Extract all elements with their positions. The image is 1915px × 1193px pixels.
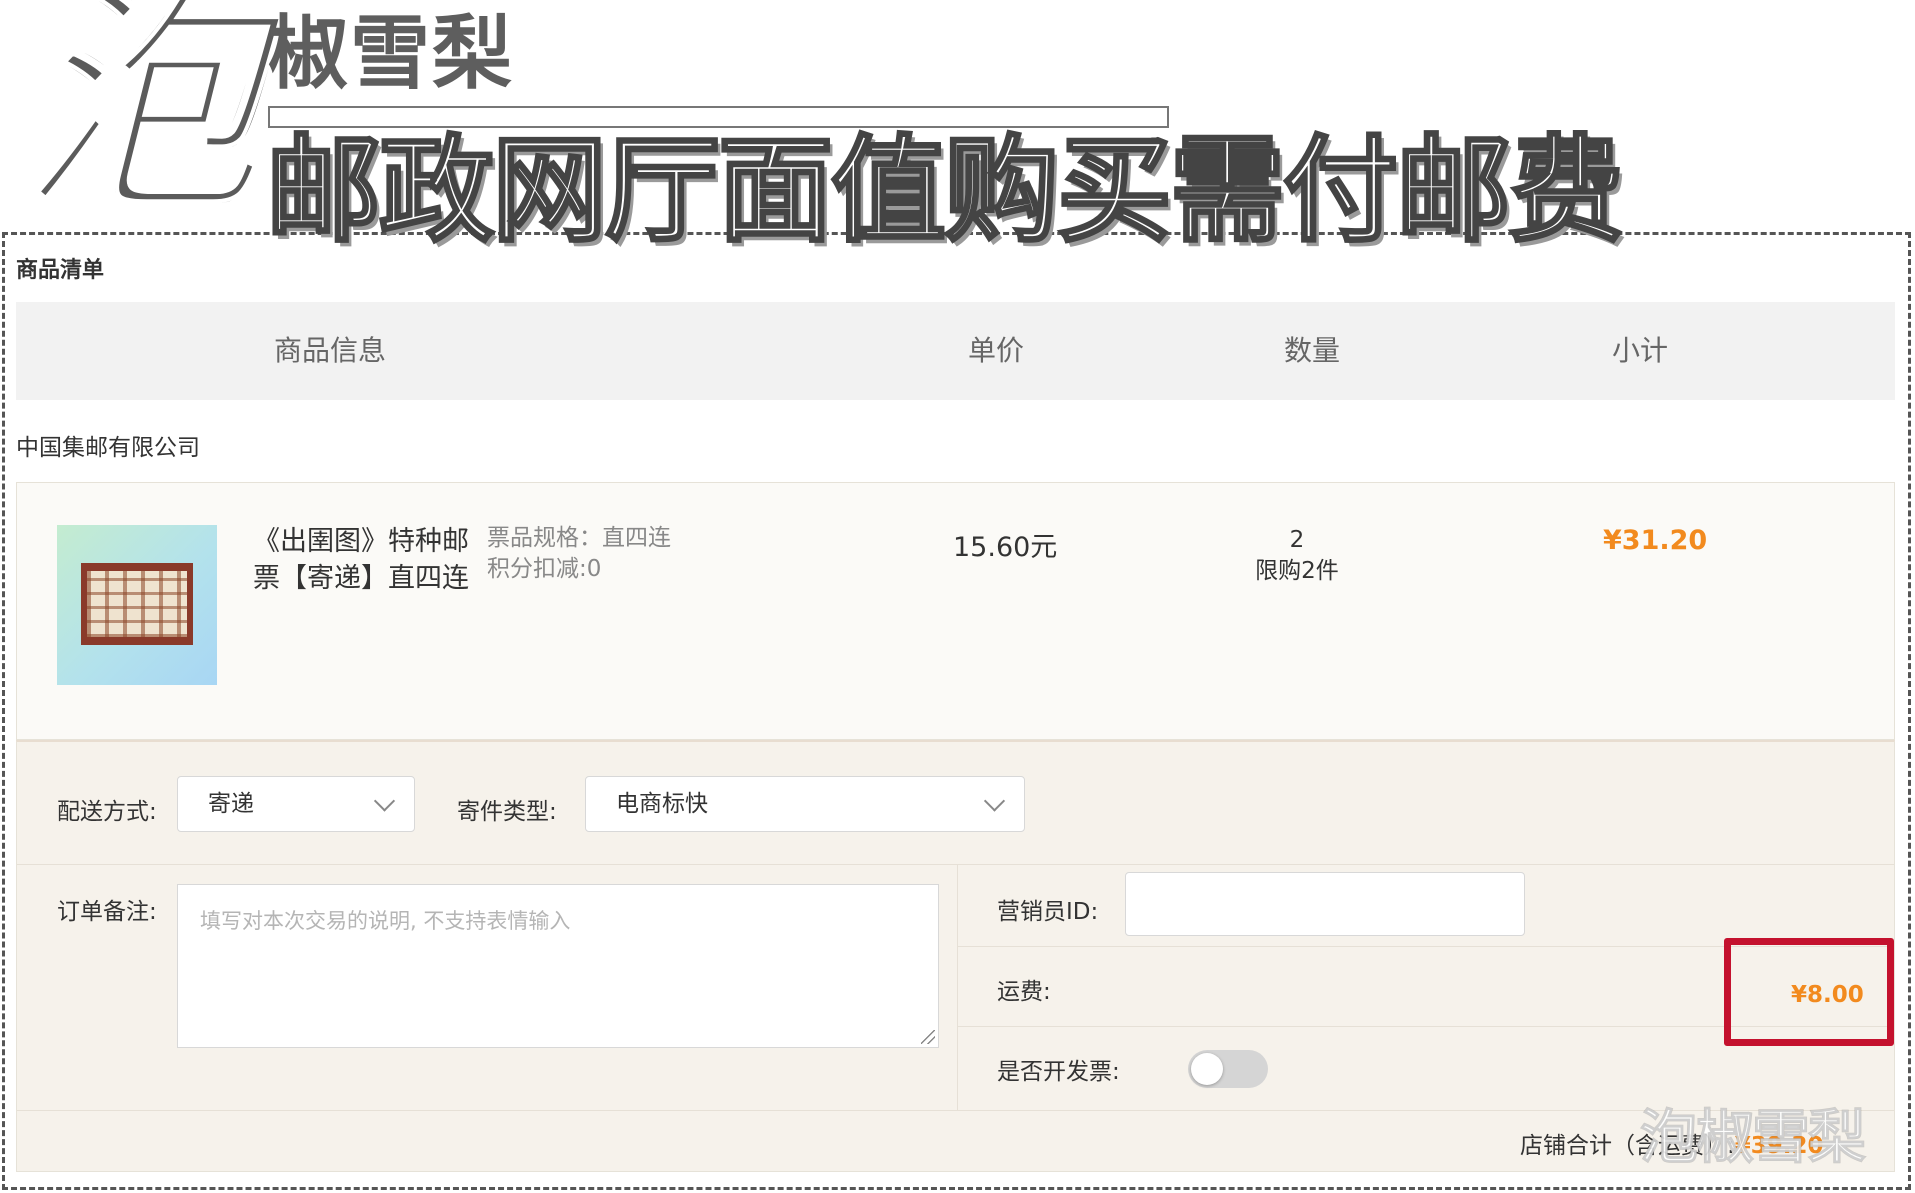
shipping-fee-highlight-box [1724, 938, 1894, 1046]
watermark: 泡椒雪梨 [1639, 1103, 1866, 1172]
title-big-character: 泡 [16, 0, 265, 245]
section-title: 商品清单 [16, 258, 105, 283]
headline: 邮政网厅面值购买需付邮费 [264, 124, 1625, 258]
author-name: 椒雪梨 [268, 7, 514, 100]
screenshot-frame [2, 232, 1911, 1190]
